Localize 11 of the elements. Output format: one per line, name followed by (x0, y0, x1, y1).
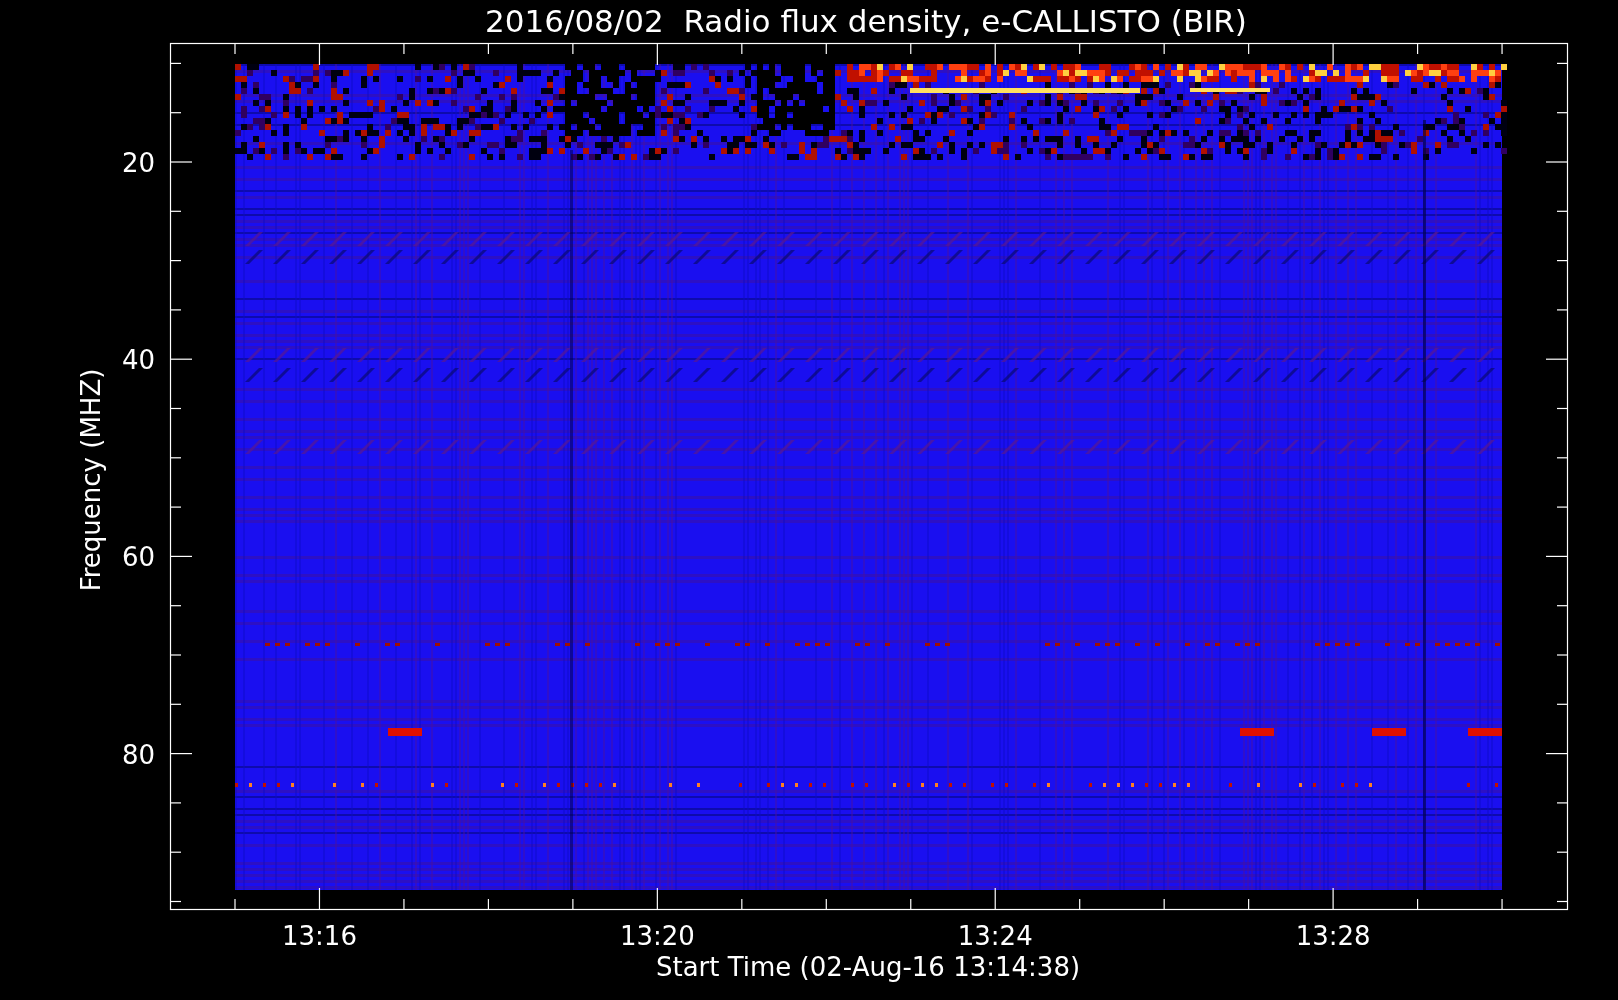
y-tick-label: 20 (121, 148, 155, 178)
chart-title: 2016/08/02 Radio flux density, e-CALLISTO (BIR) (485, 3, 1247, 39)
x-tick-label: 13:20 (619, 921, 695, 951)
x-tick-label: 13:16 (282, 921, 357, 951)
x-axis-label: Start Time (02-Aug-16 13:14:38) (655, 952, 1081, 982)
y-tick-label: 40 (121, 345, 155, 376)
y-tick-label: 60 (121, 542, 155, 573)
x-tick-label: 13:24 (957, 921, 1033, 951)
y-tick-label: 80 (121, 739, 155, 770)
x-tick-label: 13:28 (1295, 921, 1371, 951)
y-axis-label: Frequency (MHZ) (76, 368, 106, 592)
